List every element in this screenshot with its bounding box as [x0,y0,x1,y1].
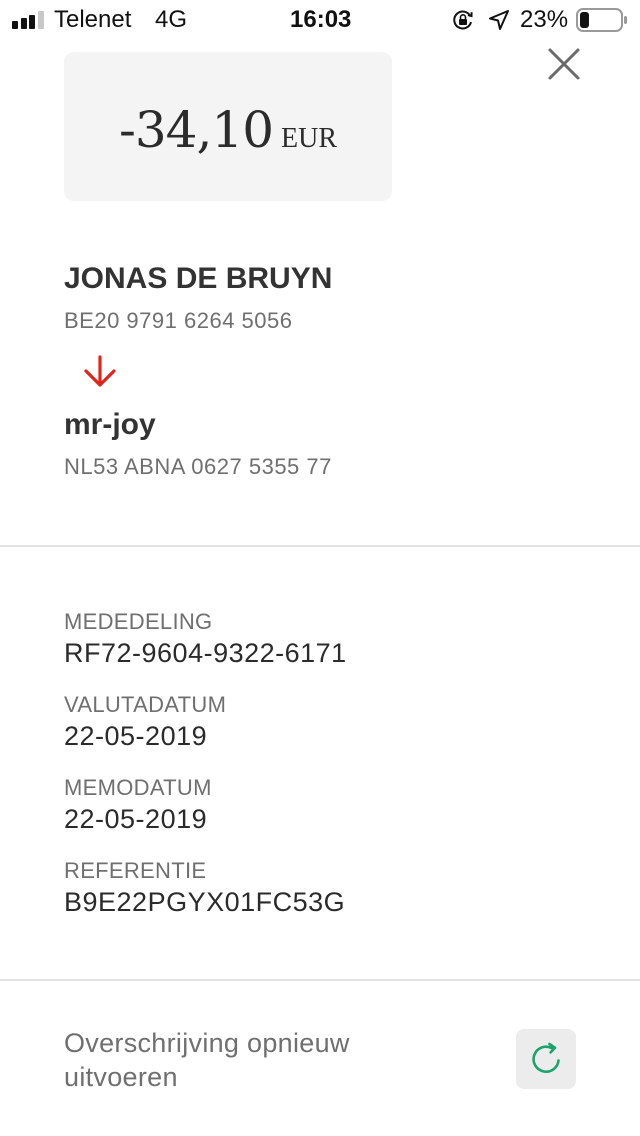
close-icon[interactable] [540,40,588,88]
amount-card: -34,10 EUR [64,52,392,201]
orientation-lock-icon [453,10,473,30]
signal-bar [20,18,27,29]
amount-currency: EUR [281,123,338,154]
transaction-amount: -34,10 EUR [64,98,392,175]
recipient-iban: NL53 ABNA 0627 5355 77 [64,454,332,479]
divider [0,979,640,981]
signal-bar [37,11,44,29]
battery-icon [576,8,627,32]
detail-value-memodatum: 22-05-2019 [64,804,208,834]
sender-iban: BE20 9791 6264 5056 [64,308,293,333]
repeat-transfer-action[interactable]: Overschrijving opnieuw uitvoeren [0,1010,640,1110]
detail-label-memodatum: MEMODATUM [64,775,212,800]
network-type: 4G [155,6,188,33]
sender-name: JONAS DE BRUYN [64,262,333,295]
repeat-transfer-label[interactable]: Overschrijving opnieuw uitvoeren [64,1026,464,1094]
signal-bar [29,15,35,29]
repeat-transfer-button[interactable] [516,1029,576,1089]
divider [0,545,640,547]
detail-value-mededeling: RF72-9604-9322-6171 [64,638,347,668]
signal-bar [12,21,18,29]
detail-label-valutadatum: VALUTADATUM [64,692,227,717]
recipient-name: mr-joy [64,408,156,441]
location-arrow-icon [489,10,509,30]
battery-percentage: 23% [520,6,569,33]
detail-value-referentie: B9E22PGYX01FC53G [64,887,346,917]
status-bar: Telenet 4G 16:03 23% [0,0,640,40]
signal-strength-icon [12,11,46,29]
arrow-down-icon [84,355,116,387]
status-time: 16:03 [290,6,352,33]
refresh-icon [532,1042,560,1073]
carrier-name: Telenet [54,6,132,33]
detail-value-valutadatum: 22-05-2019 [64,721,208,751]
detail-label-referentie: REFERENTIE [64,858,207,883]
amount-value: -34,10 [118,101,274,159]
detail-label-mededeling: MEDEDELING [64,609,213,634]
